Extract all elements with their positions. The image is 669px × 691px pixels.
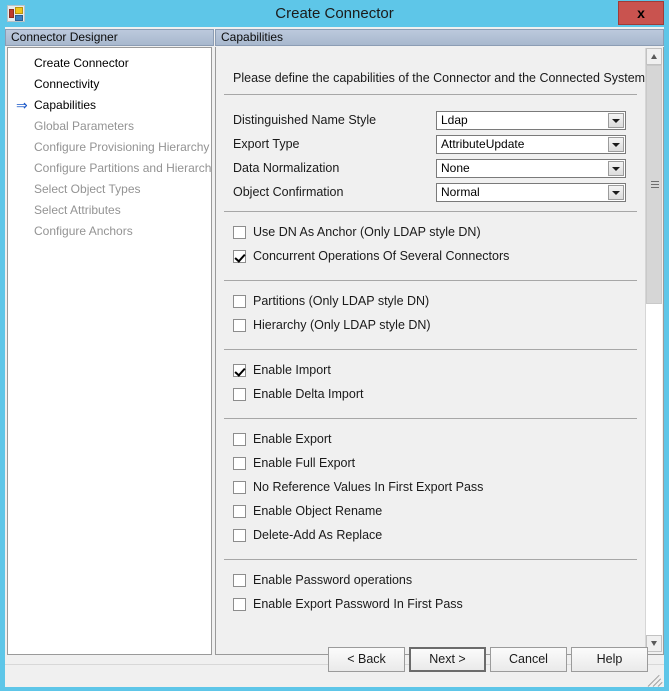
- checkbox-unchecked-icon[interactable]: [233, 481, 246, 494]
- help-button[interactable]: Help: [571, 647, 648, 672]
- sidebar-item-configure-provisioning-hierarchy[interactable]: Configure Provisioning Hierarchy: [8, 137, 211, 158]
- field-label: Export Type: [233, 137, 300, 151]
- checkbox-label: Enable Object Rename: [253, 504, 383, 518]
- checkbox-checked-icon[interactable]: [233, 364, 246, 377]
- combobox-distinguished-name-style[interactable]: Ldap: [436, 111, 626, 130]
- right-panel-header: Capabilities: [215, 29, 664, 46]
- checkbox-unchecked-icon[interactable]: [233, 433, 246, 446]
- combobox-data-normalization[interactable]: None: [436, 159, 626, 178]
- title-bar: Create Connector x: [0, 0, 669, 27]
- combobox-value: AttributeUpdate: [441, 137, 525, 151]
- checkbox-label: Enable Full Export: [253, 456, 356, 470]
- footer-button-bar: < Back Next > Cancel Help: [5, 647, 664, 687]
- current-step-arrow-icon: ⇒: [16, 97, 28, 113]
- combobox-value: None: [441, 161, 470, 175]
- field-label: Data Normalization: [233, 161, 340, 175]
- checkbox-label: Concurrent Operations Of Several Connect…: [253, 249, 510, 263]
- checkbox-label: Use DN As Anchor (Only LDAP style DN): [253, 225, 481, 239]
- chevron-down-icon[interactable]: [608, 113, 624, 128]
- checkbox-label: Delete-Add As Replace: [253, 528, 383, 542]
- content-inner: Please define the capabilities of the Co…: [216, 47, 646, 653]
- intro-text: Please define the capabilities of the Co…: [233, 71, 646, 85]
- checkbox-label: No Reference Values In First Export Pass: [253, 480, 484, 494]
- separator-group-0: [224, 211, 637, 212]
- window-title: Create Connector: [275, 5, 394, 22]
- sidebar-item-label: Global Parameters: [34, 119, 135, 133]
- back-button[interactable]: < Back: [328, 647, 405, 672]
- next-button[interactable]: Next >: [409, 647, 486, 672]
- vertical-scrollbar[interactable]: [645, 48, 662, 652]
- checkbox-unchecked-icon[interactable]: [233, 457, 246, 470]
- sidebar-nav-list[interactable]: Create Connector Connectivity ⇒ Capabilitie…: [7, 47, 212, 655]
- sidebar-item-capabilities[interactable]: ⇒ Capabilities: [8, 95, 211, 116]
- sidebar-item-configure-partitions-and-hierarchies[interactable]: Configure Partitions and Hierarchies: [8, 158, 211, 179]
- sidebar-item-label: Connectivity: [34, 77, 100, 91]
- sidebar-item-label: Select Object Types: [34, 182, 141, 196]
- resize-grip-icon[interactable]: [647, 672, 663, 687]
- checkbox-label: Enable Delta Import: [253, 387, 364, 401]
- sidebar-item-label: Configure Provisioning Hierarchy: [34, 140, 210, 154]
- checkbox-unchecked-icon[interactable]: [233, 505, 246, 518]
- combobox-value: Ldap: [441, 113, 468, 127]
- checkbox-label: Enable Export: [253, 432, 332, 446]
- sidebar-item-select-object-types[interactable]: Select Object Types: [8, 179, 211, 200]
- separator-group-1: [224, 280, 637, 281]
- sidebar-item-label: Create Connector: [34, 56, 129, 70]
- sidebar-item-label: Select Attributes: [34, 203, 121, 217]
- checkbox-checked-icon[interactable]: [233, 250, 246, 263]
- left-panel-header: Connector Designer: [5, 29, 214, 46]
- checkbox-unchecked-icon[interactable]: [233, 574, 246, 587]
- checkbox-unchecked-icon[interactable]: [233, 529, 246, 542]
- checkbox-unchecked-icon[interactable]: [233, 598, 246, 611]
- checkbox-unchecked-icon[interactable]: [233, 295, 246, 308]
- create-connector-window: Create Connector x Connector Designer Ca…: [0, 0, 669, 691]
- scrollbar-grip-icon: [651, 180, 659, 189]
- client-area: Connector Designer Capabilities Create C…: [5, 27, 664, 664]
- separator-intro: [224, 94, 637, 95]
- checkbox-label: Enable Password operations: [253, 573, 413, 587]
- checkbox-label: Enable Export Password In First Pass: [253, 597, 463, 611]
- sidebar-item-label: Configure Anchors: [34, 224, 133, 238]
- chevron-down-icon[interactable]: [608, 161, 624, 176]
- close-button[interactable]: x: [618, 1, 664, 25]
- chevron-up-icon[interactable]: [646, 48, 662, 65]
- separator-group-3: [224, 418, 637, 419]
- combobox-export-type[interactable]: AttributeUpdate: [436, 135, 626, 154]
- checkbox-unchecked-icon[interactable]: [233, 388, 246, 401]
- capabilities-content-panel: Please define the capabilities of the Co…: [215, 47, 664, 655]
- cancel-button[interactable]: Cancel: [490, 647, 567, 672]
- chevron-down-icon[interactable]: [646, 635, 662, 652]
- field-label: Distinguished Name Style: [233, 113, 377, 127]
- checkbox-label: Partitions (Only LDAP style DN): [253, 294, 430, 308]
- sidebar-item-label: Configure Partitions and Hierarchies: [34, 161, 212, 175]
- checkbox-label: Enable Import: [253, 363, 331, 377]
- scrollbar-thumb[interactable]: [646, 65, 662, 304]
- separator-group-2: [224, 349, 637, 350]
- field-label: Object Confirmation: [233, 185, 344, 199]
- combobox-object-confirmation[interactable]: Normal: [436, 183, 626, 202]
- sidebar-item-label: Capabilities: [34, 98, 97, 112]
- sidebar-item-global-parameters[interactable]: Global Parameters: [8, 116, 211, 137]
- checkbox-label: Hierarchy (Only LDAP style DN): [253, 318, 431, 332]
- sidebar-item-connectivity[interactable]: Connectivity: [8, 74, 211, 95]
- sidebar-item-select-attributes[interactable]: Select Attributes: [8, 200, 211, 221]
- separator-group-4: [224, 559, 637, 560]
- checkbox-unchecked-icon[interactable]: [233, 319, 246, 332]
- chevron-down-icon[interactable]: [608, 137, 624, 152]
- chevron-down-icon[interactable]: [608, 185, 624, 200]
- checkbox-unchecked-icon[interactable]: [233, 226, 246, 239]
- combobox-value: Normal: [441, 185, 480, 199]
- sidebar-item-configure-anchors[interactable]: Configure Anchors: [8, 221, 211, 242]
- sidebar-item-create-connector[interactable]: Create Connector: [8, 53, 211, 74]
